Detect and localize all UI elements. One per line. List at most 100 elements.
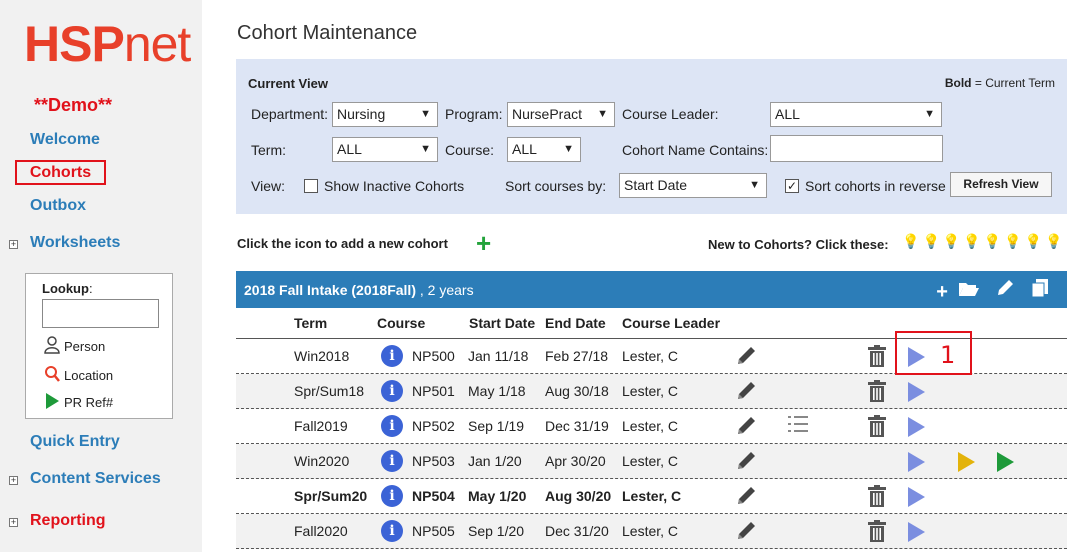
- lookup-person[interactable]: Person: [44, 336, 105, 357]
- course-label: Course:: [445, 142, 495, 158]
- delete-trash-icon[interactable]: [868, 520, 886, 542]
- sort-reverse-label: Sort cohorts in reverse: [805, 178, 946, 194]
- delete-trash-icon[interactable]: [868, 345, 886, 367]
- lightbulb-icon[interactable]: 💡: [1025, 233, 1045, 249]
- view-label: View:: [251, 178, 285, 194]
- info-icon[interactable]: i: [381, 380, 403, 402]
- nav-reporting[interactable]: Reporting: [30, 512, 106, 530]
- location-search-icon: [44, 365, 64, 386]
- program-select[interactable]: NursePract ▼: [507, 102, 615, 127]
- info-icon[interactable]: i: [381, 520, 403, 542]
- dropdown-arrow-icon: ▼: [597, 108, 608, 120]
- nav-content-services[interactable]: Content Services: [30, 470, 161, 488]
- info-icon[interactable]: i: [381, 345, 403, 367]
- department-select[interactable]: Nursing ▼: [332, 102, 438, 127]
- row-course-leader: Lester, C: [622, 418, 679, 434]
- course-select[interactable]: ALL ▼: [507, 137, 581, 162]
- lightbulb-icon[interactable]: 💡: [963, 233, 983, 249]
- show-inactive-checkbox[interactable]: [304, 179, 318, 193]
- row-start-date: Jan 1/20: [468, 453, 522, 469]
- row-end-date: Aug 30/20: [545, 488, 612, 504]
- nav-outbox[interactable]: Outbox: [30, 197, 86, 215]
- lookup-box: Lookup: Person Location PR Ref#: [25, 273, 173, 419]
- nav-cohorts[interactable]: Cohorts: [15, 160, 106, 185]
- edit-pencil-icon[interactable]: [736, 519, 758, 547]
- lookup-location[interactable]: Location: [44, 365, 113, 386]
- lookup-input[interactable]: [42, 299, 159, 328]
- term-select[interactable]: ALL ▼: [332, 137, 438, 162]
- edit-pencil-icon[interactable]: [736, 379, 758, 407]
- lightbulb-icon[interactable]: 💡: [943, 233, 963, 249]
- sidebar: HSPnet **Demo** Welcome Cohorts Outbox +…: [0, 0, 202, 552]
- col-term: Term: [294, 315, 328, 331]
- course-leader-select[interactable]: ALL ▼: [770, 102, 942, 127]
- lightbulb-icon[interactable]: 💡: [1004, 233, 1024, 249]
- row-start-date: May 1/20: [468, 488, 527, 504]
- nav-welcome[interactable]: Welcome: [30, 131, 100, 149]
- current-view-panel: Current View Bold = Current Term Departm…: [236, 59, 1067, 214]
- expand-content-services-icon[interactable]: +: [9, 476, 18, 485]
- copy-icon[interactable]: [1031, 278, 1049, 298]
- nav-worksheets[interactable]: Worksheets: [30, 234, 120, 252]
- play-green-icon[interactable]: [997, 452, 1014, 472]
- lookup-label: Lookup:: [42, 281, 93, 296]
- play-blue-icon[interactable]: [908, 417, 925, 437]
- expand-worksheets-icon[interactable]: +: [9, 240, 18, 249]
- row-term: Spr/Sum20: [294, 488, 368, 504]
- main-content: Cohort Maintenance Current View Bold = C…: [202, 0, 1071, 552]
- hspnet-logo[interactable]: HSPnet: [24, 18, 191, 70]
- row-start-date: Jan 11/18: [468, 348, 529, 364]
- lookup-person-label: Person: [64, 339, 106, 354]
- show-inactive-label: Show Inactive Cohorts: [324, 178, 465, 194]
- edit-pencil-icon[interactable]: [736, 344, 758, 372]
- edit-pencil-icon[interactable]: [736, 449, 758, 477]
- annotation-number: 1: [940, 341, 956, 369]
- row-end-date: Aug 30/18: [545, 383, 609, 399]
- sort-by-select[interactable]: Start Date ▼: [619, 173, 767, 198]
- play-blue-icon[interactable]: [908, 382, 925, 402]
- name-contains-input[interactable]: [770, 135, 943, 162]
- folder-open-icon[interactable]: [958, 280, 980, 298]
- info-icon[interactable]: i: [381, 485, 403, 507]
- add-cohort-plus-icon[interactable]: +: [476, 228, 491, 259]
- current-view-heading: Current View: [248, 76, 328, 91]
- bold-legend: Bold = Current Term: [944, 76, 1055, 90]
- lookup-pr-ref[interactable]: PR Ref#: [44, 392, 113, 413]
- row-course-leader: Lester, C: [622, 348, 679, 364]
- col-course: Course: [377, 315, 426, 331]
- expand-reporting-icon[interactable]: +: [9, 518, 18, 527]
- lookup-location-label: Location: [64, 368, 114, 383]
- delete-trash-icon[interactable]: [868, 380, 886, 402]
- row-term: Fall2019: [294, 418, 348, 434]
- delete-trash-icon[interactable]: [868, 485, 886, 507]
- edit-pencil-icon[interactable]: [736, 414, 758, 442]
- row-course: NP500: [412, 348, 455, 364]
- lightbulb-icon[interactable]: 💡: [922, 233, 942, 249]
- edit-pencil-icon[interactable]: [736, 484, 758, 512]
- lookup-pr-label: PR Ref#: [64, 395, 114, 410]
- list-icon[interactable]: [788, 415, 808, 438]
- dropdown-arrow-icon: ▼: [924, 108, 935, 120]
- play-blue-icon[interactable]: [908, 452, 925, 472]
- lightbulb-icon[interactable]: 💡: [902, 233, 922, 249]
- play-blue-icon[interactable]: [908, 522, 925, 542]
- help-lightbulbs: 💡💡💡💡💡💡💡💡: [902, 233, 1066, 250]
- info-icon[interactable]: i: [381, 415, 403, 437]
- program-label: Program:: [445, 106, 503, 122]
- refresh-view-button[interactable]: Refresh View: [950, 172, 1052, 197]
- sort-reverse-checkbox[interactable]: ✓: [785, 179, 799, 193]
- row-course: NP503: [412, 453, 455, 469]
- lightbulb-icon[interactable]: 💡: [1045, 233, 1065, 249]
- lightbulb-icon[interactable]: 💡: [984, 233, 1004, 249]
- nav-quick-entry[interactable]: Quick Entry: [30, 433, 120, 451]
- row-start-date: May 1/18: [468, 383, 526, 399]
- play-yellow-icon[interactable]: [958, 452, 975, 472]
- row-course-leader: Lester, C: [622, 383, 679, 399]
- add-icon[interactable]: +: [936, 281, 958, 303]
- play-blue-icon[interactable]: [908, 487, 925, 507]
- info-icon[interactable]: i: [381, 450, 403, 472]
- pencil-icon[interactable]: [995, 278, 1015, 298]
- delete-trash-icon[interactable]: [868, 415, 886, 437]
- row-start-date: Sep 1/19: [468, 418, 525, 434]
- row-end-date: Apr 30/20: [545, 453, 606, 469]
